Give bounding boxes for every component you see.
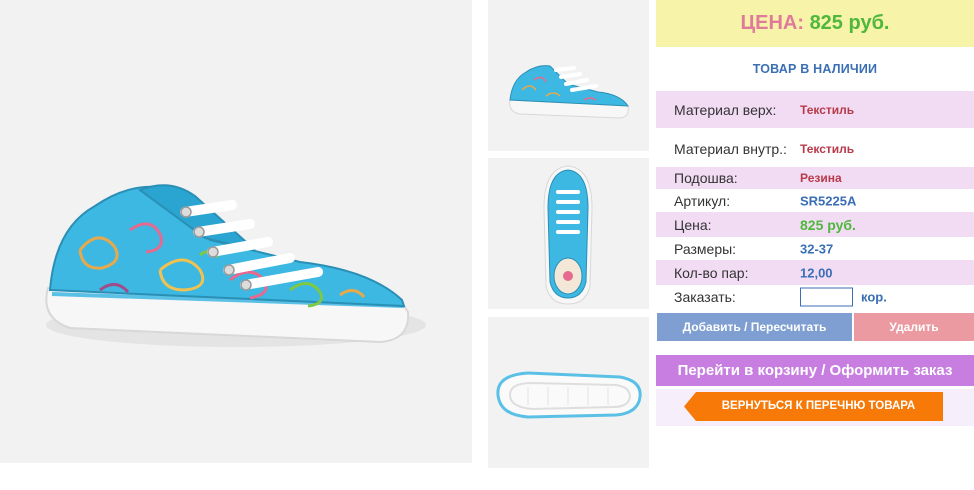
spec-row-material-upper: Материал верх: Текстиль [656,91,974,128]
order-row: Заказать: кор. [656,285,974,309]
quantity-unit: кор. [861,289,887,305]
price-banner: ЦЕНА: 825 руб. [656,0,974,47]
spec-row-article: Артикул: SR5225A [656,189,974,212]
main-product-image [0,0,472,463]
sneaker-side-thumb [488,0,649,151]
spec-value: Текстиль [800,102,855,117]
spec-row-sole: Подошва: Резина [656,167,974,189]
spec-label: Материал внутр.: [674,140,787,157]
spec-value: Резина [800,171,842,185]
sneaker-main-illustration [0,0,472,463]
spec-row-sizes: Размеры: 32-37 [656,237,974,260]
spec-row-price: Цена: 825 руб. [656,212,974,237]
sneaker-top-thumb [488,158,649,309]
spec-value: Текстиль [800,141,855,156]
thumbnail-side-view[interactable] [488,0,649,151]
price-banner-label: ЦЕНА: [740,12,805,34]
product-info-panel: ЦЕНА: 825 руб. ТОВАР В НАЛИЧИИ Материал … [656,0,974,490]
spec-label: Артикул: [674,192,731,209]
spec-label: Кол-во пар: [674,264,749,281]
spec-value: 32-37 [800,241,834,256]
spec-label: Размеры: [674,240,737,257]
spec-label: Материал верх: [674,101,777,118]
stock-status: ТОВАР В НАЛИЧИИ [752,62,878,76]
thumbnail-top-view[interactable] [488,158,649,309]
sneaker-sole-thumb [488,317,649,468]
go-to-cart-button[interactable]: Перейти в корзину / Оформить заказ [656,355,974,386]
spec-value: SR5225A [800,193,857,208]
spec-row-material-inner: Материал внутр.: Текстиль [656,130,974,167]
spec-value: 12,00 [800,265,833,280]
delete-button[interactable]: Удалить [854,313,974,341]
thumbnail-sole-view[interactable] [488,317,649,468]
price-banner-value: 825 руб. [809,12,890,34]
back-to-list-button[interactable]: ВЕРНУТЬСЯ К ПЕРЕЧНЮ ТОВАРА [684,392,943,421]
order-label: Заказать: [674,289,736,305]
spec-row-pairs: Кол-во пар: 12,00 [656,260,974,285]
spec-label: Цена: [674,216,712,233]
quantity-input[interactable] [800,287,853,307]
spec-label: Подошва: [674,170,738,186]
add-recalculate-button[interactable]: Добавить / Пересчитать [657,313,852,341]
back-button-container: ВЕРНУТЬСЯ К ПЕРЕЧНЮ ТОВАРА [656,389,974,426]
spec-value: 825 руб. [800,216,856,233]
